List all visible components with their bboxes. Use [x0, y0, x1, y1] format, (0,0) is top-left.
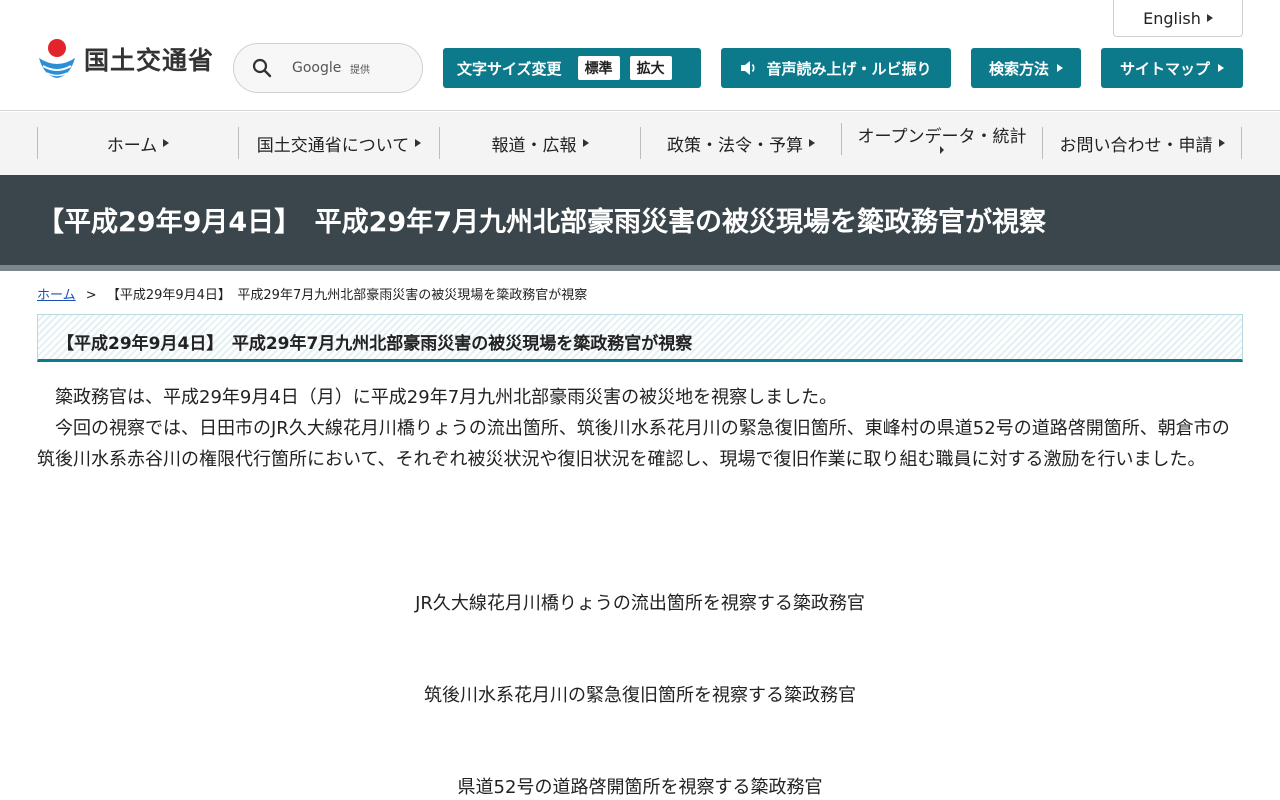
- site-search: 提供: [233, 43, 423, 93]
- nav-item-home[interactable]: ホーム: [37, 127, 238, 159]
- page-title: 【平成29年9月4日】 平成29年7月九州北部豪雨災害の被災現場を簗政務官が視察: [37, 207, 1047, 238]
- search-provider-label: 提供: [350, 64, 370, 76]
- breadcrumb-current: 【平成29年9月4日】 平成29年7月九州北部豪雨災害の被災現場を簗政務官が視察: [106, 288, 588, 303]
- nav-item-open-data[interactable]: オープンデータ・統計: [841, 123, 1042, 155]
- mlit-logo-icon: [39, 39, 75, 78]
- voice-label: 音声読み上げ・ルビ振り: [766, 59, 932, 78]
- english-label: English: [1143, 8, 1201, 28]
- arrow-right-icon: [1218, 64, 1224, 72]
- photo-caption: JR久大線花月川橋りょうの流出箇所を視察する簗政務官: [415, 593, 865, 614]
- title-band-divider: [0, 265, 1280, 271]
- nav-item-policy[interactable]: 政策・法令・予算: [640, 127, 841, 159]
- nav-item-press[interactable]: 報道・広報: [439, 127, 640, 159]
- breadcrumb: ホーム > 【平成29年9月4日】 平成29年7月九州北部豪雨災害の被災現場を簗…: [37, 284, 587, 303]
- nav-item-label: 国土交通省について: [256, 135, 410, 156]
- font-size-label: 文字サイズ変更: [457, 59, 562, 78]
- sitemap-button[interactable]: サイトマップ: [1101, 48, 1243, 88]
- article-body: 簗政務官は、平成29年9月4日（月）に平成29年7月九州北部豪雨災害の被災地を視…: [37, 382, 1247, 475]
- nav-item-label: お問い合わせ・申請: [1059, 135, 1213, 156]
- site-logo[interactable]: 国土交通省: [36, 36, 214, 82]
- arrow-right-icon: [940, 146, 944, 154]
- global-nav: ホーム 国土交通省について 報道・広報 政策・法令・予算 オープンデータ・統計 …: [0, 112, 1280, 175]
- arrow-right-icon: [809, 139, 815, 147]
- nav-item-label: 政策・法令・予算: [667, 135, 803, 156]
- arrow-right-icon: [415, 139, 422, 147]
- breadcrumb-separator: >: [85, 288, 97, 303]
- nav-item-contact[interactable]: お問い合わせ・申請: [1042, 127, 1242, 159]
- photo-caption: 県道52号の道路啓開箇所を視察する簗政務官: [457, 777, 823, 798]
- arrow-right-icon: [1218, 139, 1225, 147]
- nav-item-label: 報道・広報: [491, 135, 577, 156]
- section-heading: 【平成29年9月4日】 平成29年7月九州北部豪雨災害の被災現場を簗政務官が視察: [37, 314, 1243, 362]
- title-band: 【平成29年9月4日】 平成29年7月九州北部豪雨災害の被災現場を簗政務官が視察: [0, 175, 1280, 265]
- voice-ruby-button[interactable]: 音声読み上げ・ルビ振り: [721, 48, 951, 88]
- search-icon[interactable]: [252, 58, 272, 78]
- site-header: 国土交通省 提供 English 文字サイズ変更 標準 拡大 音声読み上げ・ルビ…: [0, 0, 1280, 111]
- section-title: 【平成29年9月4日】 平成29年7月九州北部豪雨災害の被災現場を簗政務官が視察: [57, 334, 693, 354]
- nav-item-label: オープンデータ・統計: [857, 127, 1027, 147]
- arrow-right-icon: [1057, 64, 1063, 72]
- breadcrumb-home-link[interactable]: ホーム: [37, 288, 76, 303]
- photo-caption: 筑後川水系花月川の緊急復旧箇所を視察する簗政務官: [424, 685, 856, 706]
- logo-text: 国土交通省: [84, 46, 215, 75]
- font-size-standard-button[interactable]: 標準: [577, 56, 620, 80]
- article-paragraph: 簗政務官は、平成29年9月4日（月）に平成29年7月九州北部豪雨災害の被災地を視…: [55, 387, 838, 408]
- search-method-button[interactable]: 検索方法: [971, 48, 1081, 88]
- font-size-control: 文字サイズ変更 標準 拡大: [443, 48, 701, 88]
- nav-item-about[interactable]: 国土交通省について: [238, 127, 439, 159]
- arrow-right-icon: [163, 139, 170, 147]
- article-paragraph: 今回の視察では、日田市のJR久大線花月川橋りょうの流出箇所、筑後川水系花月川の緊…: [37, 418, 1230, 470]
- speaker-icon: [741, 61, 756, 75]
- search-method-label: 検索方法: [988, 59, 1049, 78]
- nav-item-label: ホーム: [106, 135, 158, 156]
- arrow-right-icon: [582, 139, 589, 147]
- font-size-large-button[interactable]: 拡大: [629, 56, 672, 80]
- arrow-right-icon: [1206, 14, 1213, 22]
- english-link[interactable]: English: [1113, 0, 1243, 37]
- sitemap-label: サイトマップ: [1119, 59, 1210, 78]
